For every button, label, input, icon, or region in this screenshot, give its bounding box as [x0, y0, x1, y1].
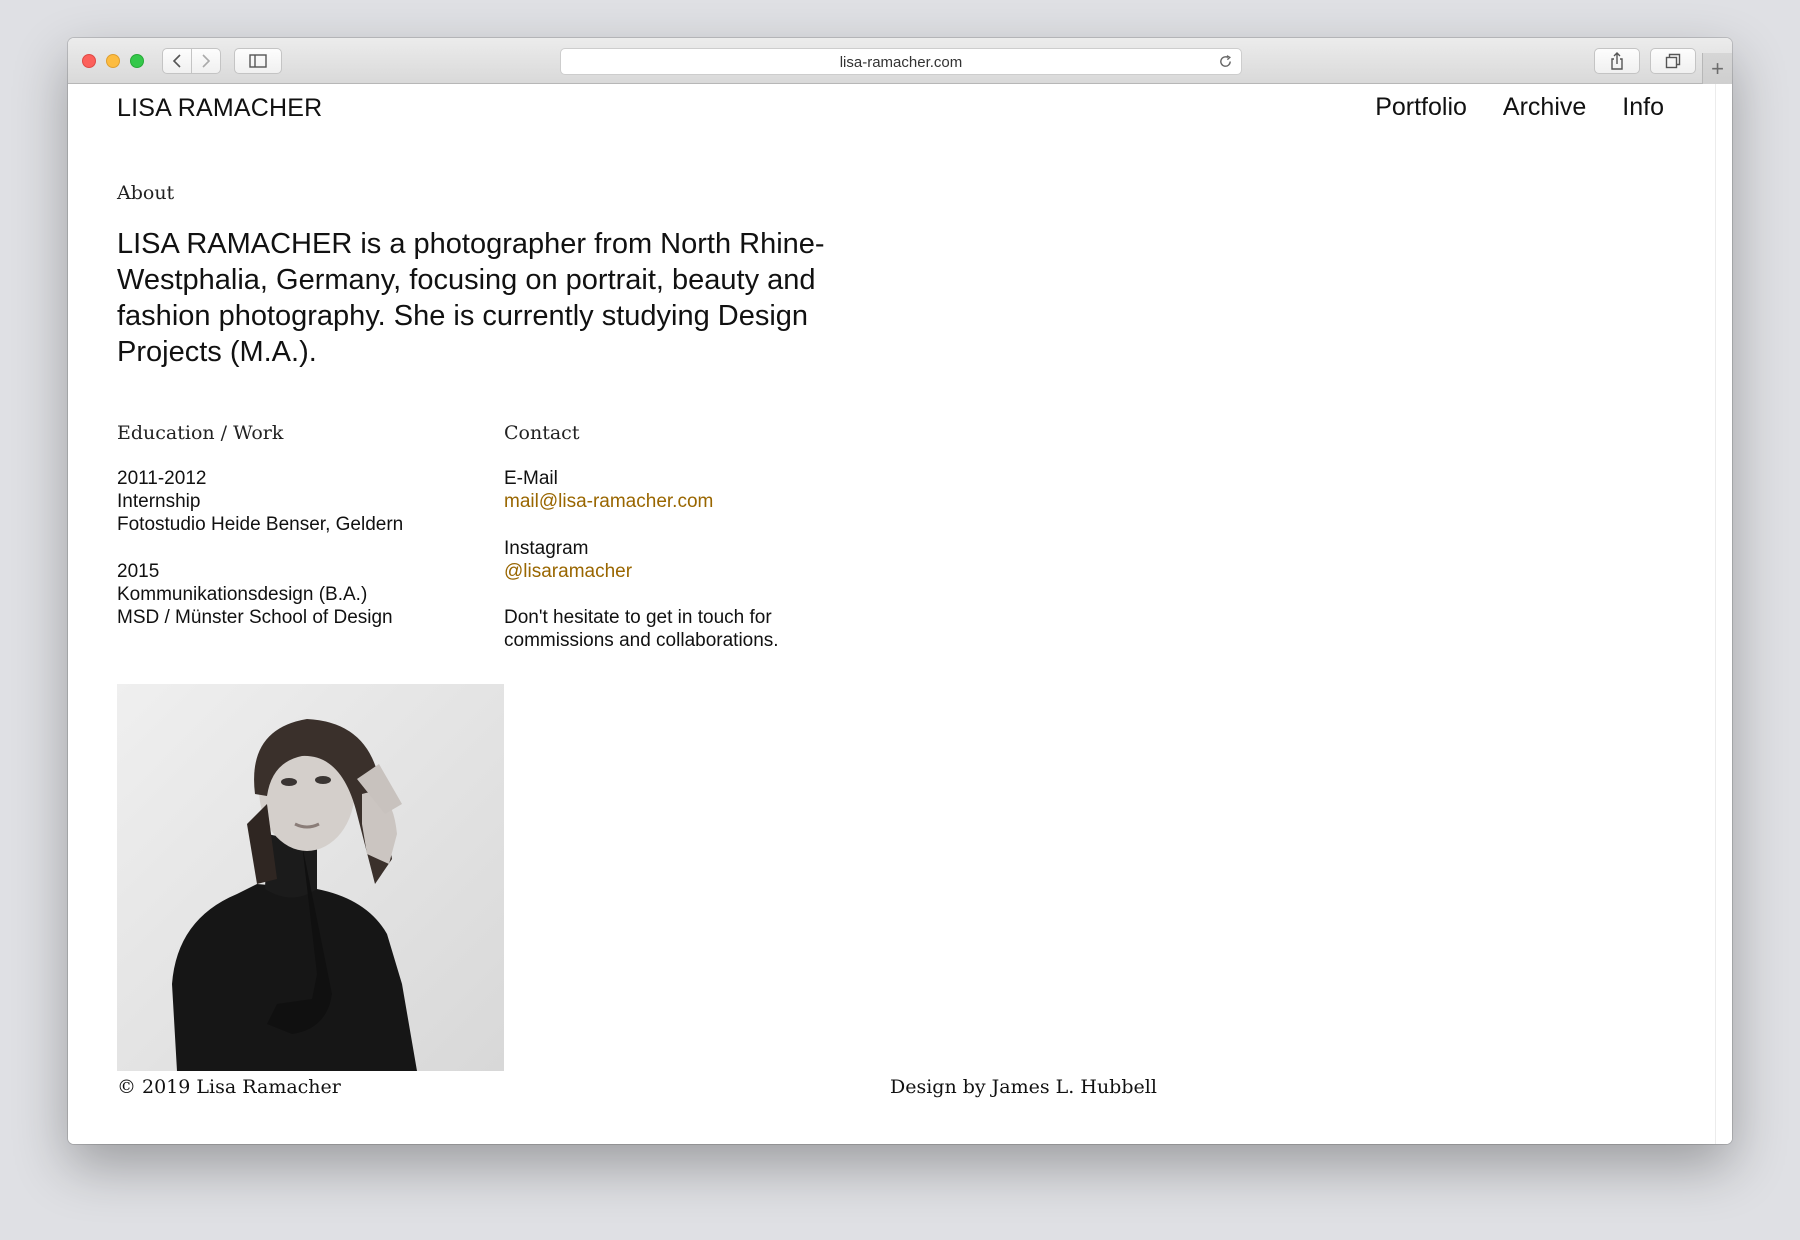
browser-window: lisa-ramacher.com + LISA RAMACHER Portfo… — [68, 38, 1732, 1144]
nav-archive[interactable]: Archive — [1503, 93, 1586, 122]
education-entry: 2011-2012 Internship Fotostudio Heide Be… — [117, 467, 403, 536]
url-text: lisa-ramacher.com — [839, 54, 963, 71]
design-credit: Design by James L. Hubbell — [890, 1076, 1157, 1098]
scrollbar-track[interactable] — [1715, 84, 1732, 1144]
minimize-window-button[interactable] — [106, 54, 120, 68]
education-years: 2015 — [117, 561, 160, 582]
new-tab-button[interactable]: + — [1702, 53, 1732, 84]
portrait-photo — [117, 684, 504, 1071]
reload-icon[interactable] — [1218, 54, 1233, 74]
email-label: E-Mail — [504, 468, 558, 489]
share-icon — [1611, 52, 1623, 70]
instagram-label: Instagram — [504, 538, 589, 559]
contact-heading: Contact — [504, 422, 580, 444]
share-button[interactable] — [1594, 48, 1640, 74]
education-heading: Education / Work — [117, 422, 284, 444]
contact-note: Don't hesitate to get in touch for commi… — [504, 607, 779, 651]
close-window-button[interactable] — [82, 54, 96, 68]
browser-toolbar: lisa-ramacher.com + — [68, 38, 1732, 84]
education-years: 2011-2012 — [117, 468, 207, 489]
sidebar-icon — [249, 54, 267, 68]
main-nav: Portfolio Archive Info — [1375, 93, 1664, 122]
education-place: MSD / Münster School of Design — [117, 607, 393, 628]
sidebar-toggle-button[interactable] — [234, 48, 282, 74]
education-title: Kommunikationsdesign (B.A.) — [117, 584, 368, 605]
plus-icon: + — [1711, 55, 1724, 81]
portrait-illustration — [117, 684, 504, 1071]
nav-info[interactable]: Info — [1622, 93, 1664, 122]
address-bar[interactable]: lisa-ramacher.com — [560, 48, 1242, 75]
page-content: LISA RAMACHER Portfolio Archive Info Abo… — [68, 84, 1732, 1144]
education-title: Internship — [117, 491, 201, 512]
chevron-left-icon — [172, 54, 181, 68]
site-title[interactable]: LISA RAMACHER — [117, 94, 322, 123]
about-heading: About — [117, 182, 175, 204]
instagram-link[interactable]: @lisaramacher — [504, 561, 632, 582]
email-link[interactable]: mail@lisa-ramacher.com — [504, 491, 713, 512]
copyright-text: © 2019 Lisa Ramacher — [117, 1076, 341, 1098]
education-entry: 2015 Kommunikationsdesign (B.A.) MSD / M… — [117, 560, 393, 629]
back-button[interactable] — [162, 48, 192, 74]
chevron-right-icon — [202, 54, 211, 68]
forward-button[interactable] — [191, 48, 221, 74]
education-place: Fotostudio Heide Benser, Geldern — [117, 514, 404, 535]
tabs-icon — [1665, 53, 1681, 69]
nav-portfolio[interactable]: Portfolio — [1375, 93, 1467, 122]
about-text: LISA RAMACHER is a photographer from Nor… — [117, 228, 825, 368]
maximize-window-button[interactable] — [130, 54, 144, 68]
contact-instagram: Instagram @lisaramacher — [504, 537, 632, 583]
tab-overview-button[interactable] — [1650, 48, 1696, 74]
contact-email: E-Mail mail@lisa-ramacher.com — [504, 467, 713, 513]
